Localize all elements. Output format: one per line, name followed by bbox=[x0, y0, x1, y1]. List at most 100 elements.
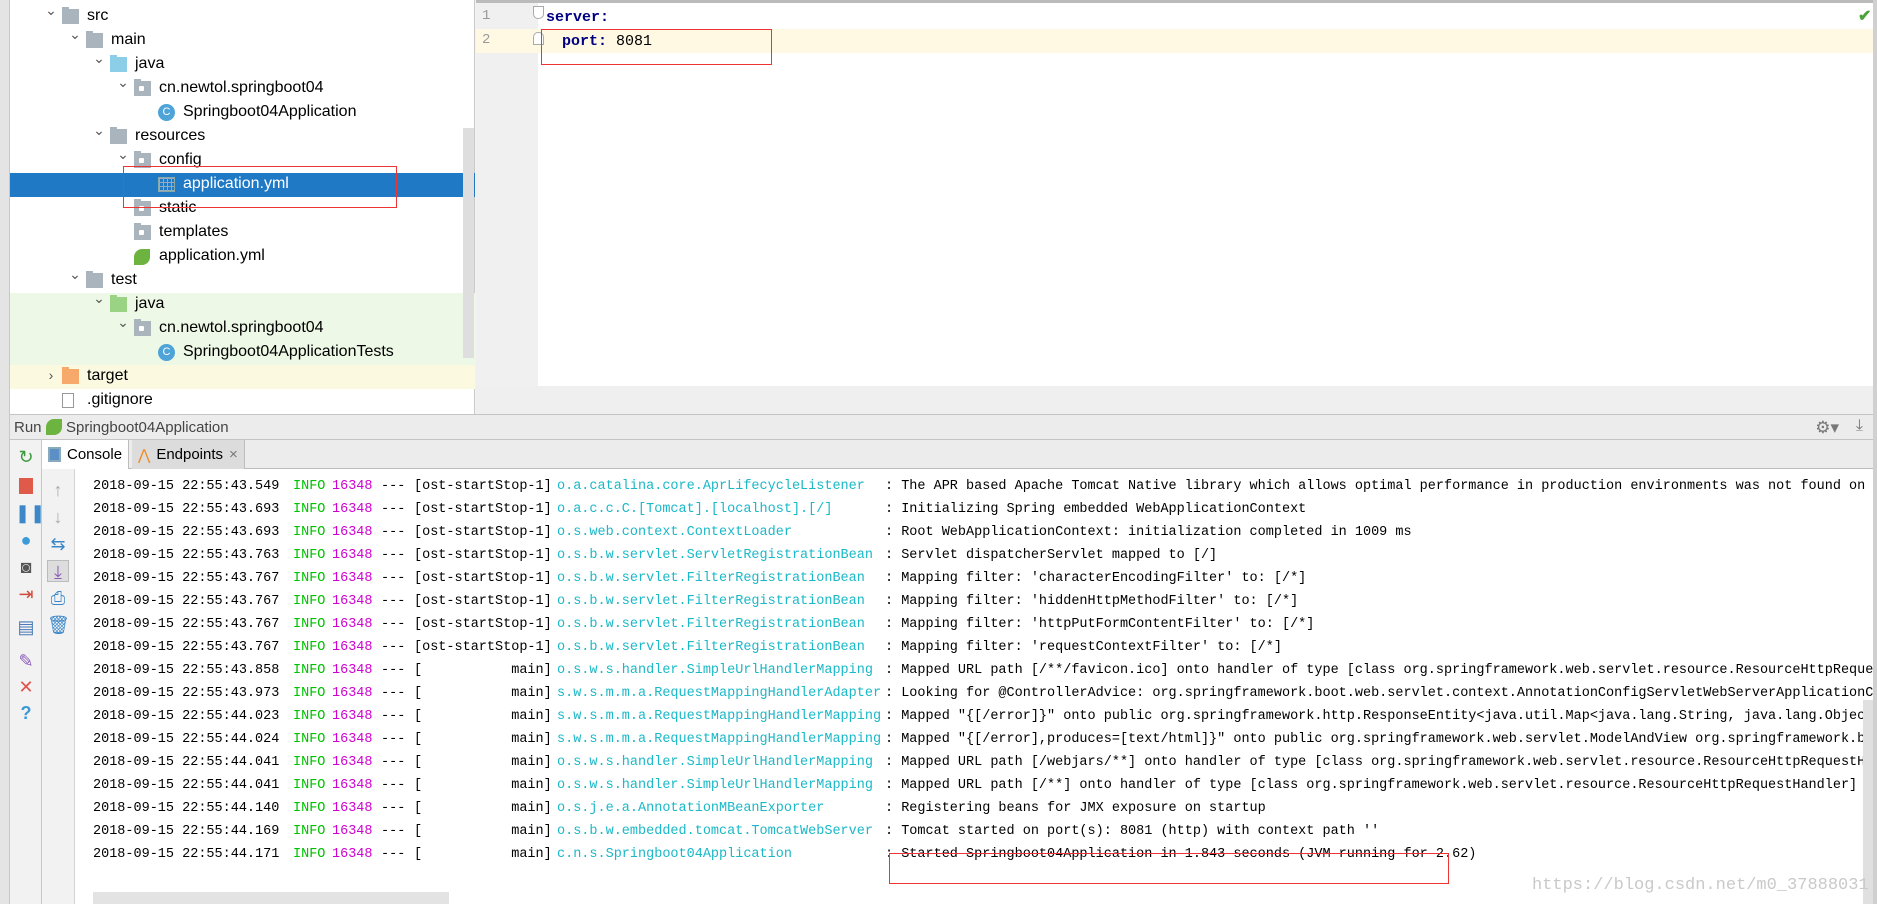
chevron-down-icon[interactable]: ⌄ bbox=[92, 122, 106, 139]
logger-name[interactable]: o.s.b.w.servlet.FilterRegistrationBean bbox=[557, 594, 865, 609]
process-id: 16348 bbox=[332, 502, 373, 517]
console-line: 2018-09-15 22:55:43.693 INFO 16348 --- [ost-… bbox=[75, 499, 1873, 522]
logger-name[interactable]: o.s.b.w.servlet.FilterRegistrationBean bbox=[557, 571, 865, 586]
tree-item[interactable]: templates bbox=[10, 221, 475, 245]
logger-name[interactable]: o.s.w.s.handler.SimpleUrlHandlerMapping bbox=[557, 663, 873, 678]
gear-icon[interactable]: ⚙▾ bbox=[1815, 418, 1839, 438]
pin-icon[interactable]: ✎ bbox=[15, 650, 37, 672]
timestamp: 2018-09-15 22:55:44.169 bbox=[93, 824, 280, 839]
thread-name: [ost-startStop-1] bbox=[414, 525, 552, 540]
layout-icon[interactable]: ▤ bbox=[15, 616, 37, 638]
timestamp: 2018-09-15 22:55:44.041 bbox=[93, 755, 280, 770]
close-icon[interactable]: ✕ bbox=[15, 676, 37, 698]
console-vertical-scrollbar[interactable] bbox=[1863, 700, 1873, 904]
rerun-icon[interactable]: ↻ bbox=[15, 446, 37, 468]
folder-icon bbox=[62, 7, 79, 24]
run-config-name[interactable]: Springboot04Application bbox=[66, 419, 229, 436]
tree-scrollbar[interactable] bbox=[463, 128, 474, 358]
tree-item[interactable]: ⌄ resources bbox=[10, 122, 475, 149]
tree-item[interactable]: ⌄ main bbox=[10, 26, 475, 53]
print-icon[interactable]: ⎙ bbox=[47, 587, 69, 609]
logger-name[interactable]: o.s.web.context.ContextLoader bbox=[557, 525, 792, 540]
chevron-down-icon[interactable]: ⌄ bbox=[92, 290, 106, 307]
logger-name[interactable]: o.s.b.w.servlet.FilterRegistrationBean bbox=[557, 617, 865, 632]
console-line: 2018-09-15 22:55:44.169 INFO 16348 --- [ mai… bbox=[75, 821, 1873, 844]
console-line: 2018-09-15 22:55:43.973 INFO 16348 --- [ mai… bbox=[75, 683, 1873, 706]
tree-item[interactable]: ⌄ java bbox=[10, 50, 475, 77]
console-line: 2018-09-15 22:55:43.767 INFO 16348 --- [ost-… bbox=[75, 637, 1873, 660]
process-id: 16348 bbox=[332, 801, 373, 816]
chevron-down-icon[interactable]: ⌄ bbox=[44, 2, 58, 19]
tree-item[interactable]: C Springboot04ApplicationTests bbox=[10, 341, 475, 365]
logger-name[interactable]: s.w.s.m.m.a.RequestMappingHandlerMapping bbox=[557, 732, 881, 747]
tree-item[interactable]: ⌄ cn.newtol.springboot04 bbox=[10, 314, 475, 341]
chevron-down-icon[interactable]: ⌄ bbox=[116, 74, 130, 91]
console-line: 2018-09-15 22:55:43.693 INFO 16348 --- [ost-… bbox=[75, 522, 1873, 545]
separator: --- bbox=[381, 801, 406, 816]
logger-name[interactable]: c.n.s.Springboot04Application bbox=[557, 847, 792, 862]
pause-icon[interactable]: ❚❚ bbox=[15, 502, 45, 524]
tree-item[interactable]: C Springboot04Application bbox=[10, 101, 475, 125]
timestamp: 2018-09-15 22:55:44.140 bbox=[93, 801, 280, 816]
help-icon[interactable]: ? bbox=[15, 702, 37, 724]
folder-icon bbox=[86, 31, 103, 48]
logger-name[interactable]: s.w.s.m.m.a.RequestMappingHandlerMapping bbox=[557, 709, 881, 724]
camera-icon[interactable]: ◙ bbox=[15, 556, 37, 578]
log-message: : Root WebApplicationContext: initializa… bbox=[885, 525, 1412, 540]
tree-item[interactable]: application.yml bbox=[10, 173, 475, 197]
fold-icon[interactable] bbox=[533, 6, 544, 19]
tab-endpoints[interactable]: ⋀ Endpoints × bbox=[132, 440, 245, 469]
chevron-right-icon[interactable]: › bbox=[44, 367, 58, 383]
logger-name[interactable]: o.s.b.w.servlet.ServletRegistrationBean bbox=[557, 548, 873, 563]
package-icon bbox=[134, 319, 151, 336]
spring-boot-class-icon: C bbox=[158, 104, 175, 121]
run-toolbar: Run Springboot04Application ⚙▾ ⤓ bbox=[10, 414, 1873, 440]
console-horizontal-scrollbar[interactable] bbox=[93, 892, 449, 904]
logger-name[interactable]: o.s.w.s.handler.SimpleUrlHandlerMapping bbox=[557, 778, 873, 793]
tree-item[interactable]: ⌄ test bbox=[10, 266, 475, 293]
process-id: 16348 bbox=[332, 548, 373, 563]
logger-name[interactable]: o.a.c.c.C.[Tomcat].[localhost].[/] bbox=[557, 502, 832, 517]
soft-wrap-icon[interactable]: ⇆ bbox=[47, 533, 69, 555]
exit-icon[interactable]: ⇥ bbox=[15, 583, 37, 605]
tree-item-label: cn.newtol.springboot04 bbox=[159, 79, 324, 96]
process-id: 16348 bbox=[332, 663, 373, 678]
log-message: : Mapping filter: 'requestContextFilter'… bbox=[885, 640, 1282, 655]
thread-name: [ main] bbox=[414, 801, 552, 816]
trash-icon[interactable]: 🗑 bbox=[47, 614, 70, 636]
process-id: 16348 bbox=[332, 571, 373, 586]
console-output[interactable]: 2018-09-15 22:55:43.549 INFO 16348 --- [ost-… bbox=[75, 469, 1873, 904]
globe-icon[interactable]: ● bbox=[15, 529, 37, 551]
chevron-down-icon[interactable]: ⌄ bbox=[116, 146, 130, 163]
tool-window-strip[interactable] bbox=[0, 0, 10, 904]
scroll-to-end-icon[interactable]: ⤓ bbox=[47, 560, 69, 582]
logger-name[interactable]: o.s.w.s.handler.SimpleUrlHandlerMapping bbox=[557, 755, 873, 770]
tree-item[interactable]: ⌄ java bbox=[10, 290, 475, 317]
tree-item[interactable]: static bbox=[10, 197, 475, 221]
up-arrow-icon[interactable]: ↑ bbox=[47, 479, 69, 501]
chevron-down-icon[interactable]: ⌄ bbox=[68, 26, 82, 43]
package-icon bbox=[134, 223, 151, 240]
down-arrow-icon[interactable]: ↓ bbox=[47, 506, 69, 528]
process-id: 16348 bbox=[332, 479, 373, 494]
tab-close-button[interactable]: × bbox=[229, 446, 238, 463]
yaml-file-icon bbox=[158, 177, 175, 192]
tree-item[interactable]: ⌄ cn.newtol.springboot04 bbox=[10, 74, 475, 101]
logger-name[interactable]: s.w.s.m.m.a.RequestMappingHandlerAdapter bbox=[557, 686, 881, 701]
tree-item[interactable]: ⌄ config bbox=[10, 146, 475, 173]
tree-item[interactable]: › target bbox=[10, 365, 475, 389]
log-level: INFO bbox=[293, 502, 326, 517]
console-line: 2018-09-15 22:55:43.767 INFO 16348 --- [ost-… bbox=[75, 614, 1873, 637]
tree-item[interactable]: .gitignore bbox=[10, 389, 475, 413]
stop-icon[interactable] bbox=[15, 475, 37, 497]
logger-name[interactable]: o.s.b.w.embedded.tomcat.TomcatWebServer bbox=[557, 824, 873, 839]
chevron-down-icon[interactable]: ⌄ bbox=[68, 266, 82, 283]
tab-console[interactable]: Console bbox=[42, 440, 130, 469]
chevron-down-icon[interactable]: ⌄ bbox=[116, 314, 130, 331]
logger-name[interactable]: o.a.catalina.core.AprLifecycleListener bbox=[557, 479, 865, 494]
logger-name[interactable]: o.s.b.w.servlet.FilterRegistrationBean bbox=[557, 640, 865, 655]
chevron-down-icon[interactable]: ⌄ bbox=[92, 50, 106, 67]
logger-name[interactable]: o.s.j.e.a.AnnotationMBeanExporter bbox=[557, 801, 824, 816]
hide-icon[interactable]: ⤓ bbox=[1856, 417, 1863, 435]
text-file-icon bbox=[62, 393, 74, 408]
